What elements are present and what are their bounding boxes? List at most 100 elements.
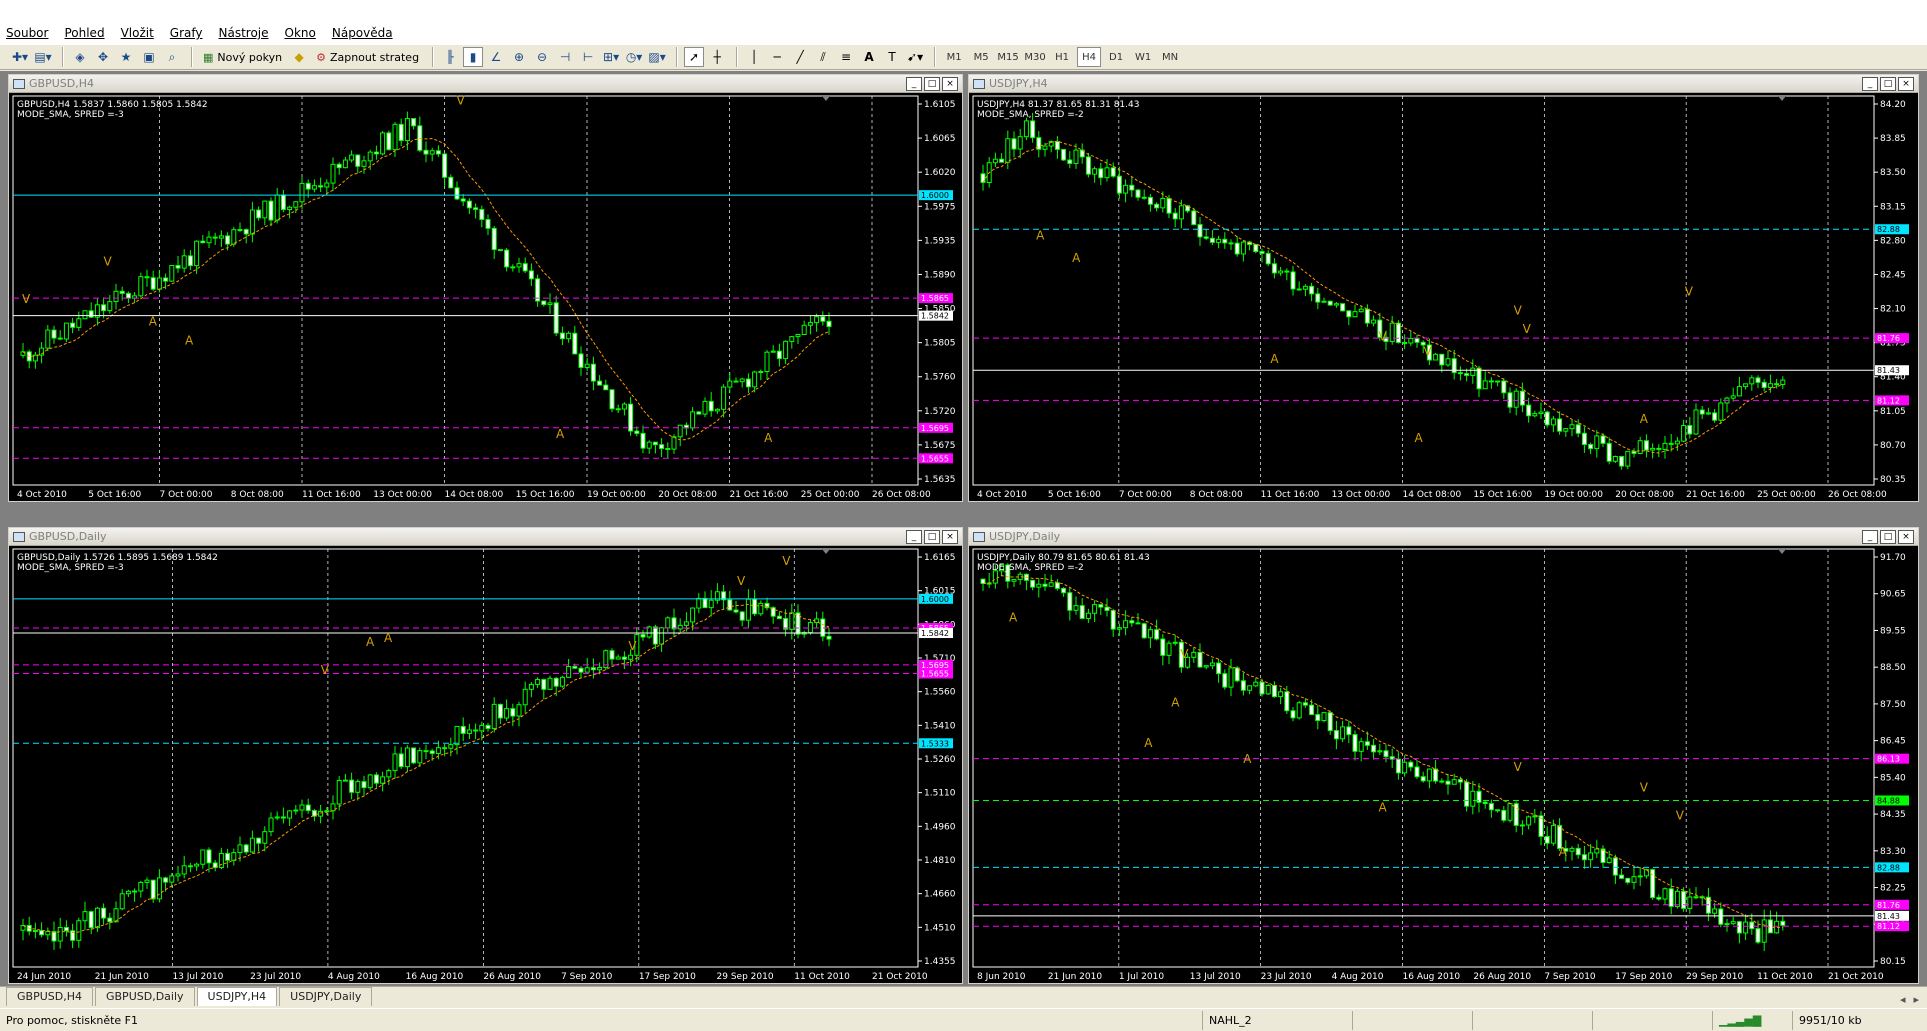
candle-body: [212, 236, 218, 239]
text-label-icon[interactable]: T: [882, 47, 902, 67]
candle-body: [435, 150, 441, 155]
candle-body: [1569, 847, 1575, 852]
close-icon[interactable]: ×: [942, 77, 958, 91]
timeframe-w1[interactable]: W1: [1131, 47, 1155, 67]
candle-body: [764, 351, 770, 372]
horizontal-line-icon[interactable]: ─: [767, 47, 787, 67]
price-chart[interactable]: 8 Jun 2010 21 Jun 2010 1 Jul 2010 13 Jul 20…: [971, 547, 1918, 983]
expert-icon[interactable]: ◆: [289, 47, 309, 67]
candle-body: [702, 597, 708, 609]
candle-body: [992, 158, 998, 164]
templates-icon[interactable]: ▨▾: [647, 47, 667, 67]
menu-help[interactable]: Nápověda: [332, 26, 393, 40]
close-icon[interactable]: ×: [942, 530, 958, 544]
candle-chart-icon[interactable]: ▮: [463, 47, 484, 67]
maximize-icon[interactable]: □: [924, 530, 940, 544]
channel-icon[interactable]: ⫽: [813, 47, 833, 67]
zoom-out-icon[interactable]: ⊖: [532, 47, 552, 67]
menu-window[interactable]: Okno: [285, 26, 316, 40]
new-chart-icon[interactable]: ✚▾: [10, 47, 30, 67]
profiles-icon[interactable]: ▤▾: [33, 47, 53, 67]
timeframe-d1[interactable]: D1: [1104, 47, 1128, 67]
candle-body: [584, 363, 590, 368]
price-chart[interactable]: 4 Oct 2010 5 Oct 16:00 7 Oct 00:00 8 Oct 08…: [11, 94, 962, 501]
chart-shift-icon[interactable]: ⊢: [578, 47, 598, 67]
price-chart[interactable]: 4 Oct 2010 5 Oct 16:00 7 Oct 00:00 8 Oct 08…: [971, 94, 1918, 501]
chart-window-titlebar[interactable]: USDJPY,H4 _ □ ×: [969, 75, 1918, 93]
menu-file[interactable]: Soubor: [6, 26, 48, 40]
cursor-icon[interactable]: ➚: [684, 47, 705, 67]
trendline-icon[interactable]: ╱: [790, 47, 810, 67]
candle-body: [721, 386, 727, 410]
menu-charts[interactable]: Grafy: [170, 26, 203, 40]
menu-view[interactable]: Pohled: [64, 26, 104, 40]
timeframe-h4[interactable]: H4: [1077, 47, 1102, 67]
candle-body: [39, 930, 45, 936]
close-icon[interactable]: ×: [1898, 77, 1914, 91]
chart-window-usdjpy-h4[interactable]: USDJPY,H4 _ □ × 4 Oct 2010 5 Oct 16:00 7 Oct…: [968, 74, 1919, 502]
timeframe-m1[interactable]: M1: [942, 47, 966, 67]
bar-chart-icon[interactable]: ╟: [440, 47, 460, 67]
crosshair-icon[interactable]: ┼: [707, 47, 727, 67]
autoscroll-icon[interactable]: ⊣: [555, 47, 575, 67]
timeframe-m5[interactable]: M5: [969, 47, 993, 67]
maximize-icon[interactable]: □: [1880, 77, 1896, 91]
wave-mark: V: [22, 292, 31, 306]
minimize-icon[interactable]: _: [906, 77, 922, 91]
data-window-icon[interactable]: ▣: [139, 47, 159, 67]
tab-scroll-right-icon[interactable]: ▸: [1913, 993, 1919, 1006]
periods-icon[interactable]: ◷▾: [624, 47, 644, 67]
minimize-icon[interactable]: _: [906, 530, 922, 544]
close-icon[interactable]: ×: [1898, 530, 1914, 544]
market-watch-icon[interactable]: ◈: [70, 47, 90, 67]
chart-window-titlebar[interactable]: GBPUSD,H4 _ □ ×: [9, 75, 962, 93]
candle-body: [70, 322, 76, 328]
candle-body: [82, 911, 88, 922]
navigator-icon[interactable]: ✥: [93, 47, 113, 67]
chart-window-gbpusd-h4[interactable]: GBPUSD,H4 _ □ × 4 Oct 2010 5 Oct 16:00 7 Oct…: [8, 74, 963, 502]
maximize-icon[interactable]: □: [1880, 530, 1896, 544]
timeframe-mn[interactable]: MN: [1158, 47, 1182, 67]
chart-window-gbpusd-daily[interactable]: GBPUSD,Daily _ □ × 24 Jun 2010 21 Jun 2010 1…: [8, 527, 963, 984]
maximize-icon[interactable]: □: [924, 77, 940, 91]
tab-usdjpy-daily[interactable]: USDJPY,Daily: [279, 987, 373, 1006]
price-chart[interactable]: 24 Jun 2010 21 Jun 2010 13 Jul 2010 23 Jul …: [11, 547, 962, 983]
timeframe-m30[interactable]: M30: [1023, 47, 1047, 67]
menu-insert[interactable]: Vložit: [121, 26, 154, 40]
tab-gbpusd-h4[interactable]: GBPUSD,H4: [6, 987, 93, 1006]
indicators-icon[interactable]: ⊞▾: [601, 47, 621, 67]
chart-window-titlebar[interactable]: GBPUSD,Daily _ □ ×: [9, 528, 962, 546]
candle-body: [609, 650, 615, 660]
time-tick-label: 11 Oct 16:00: [302, 490, 361, 500]
fibonacci-icon[interactable]: ≡: [836, 47, 856, 67]
menu-tools[interactable]: Nástroje: [219, 26, 269, 40]
new-order-button[interactable]: ▦ Nový pokyn: [199, 47, 286, 67]
time-tick-label: 25 Oct 00:00: [801, 490, 860, 500]
tab-gbpusd-daily[interactable]: GBPUSD,Daily: [94, 987, 195, 1006]
chart-window-titlebar[interactable]: USDJPY,Daily _ □ ×: [969, 528, 1918, 546]
time-tick-label: 7 Oct 00:00: [160, 490, 213, 500]
vertical-line-icon[interactable]: │: [744, 47, 764, 67]
chart-window-usdjpy-daily[interactable]: USDJPY,Daily _ □ × 8 Jun 2010 21 Jun 2010 1 …: [968, 527, 1919, 984]
price-tick-label: 82.25: [1880, 884, 1906, 894]
tab-scroll-left-icon[interactable]: ◂: [1900, 993, 1906, 1006]
text-icon[interactable]: A: [859, 47, 879, 67]
arrows-icon[interactable]: ➹▾: [905, 47, 925, 67]
minimize-icon[interactable]: _: [1862, 77, 1878, 91]
candle-body: [1439, 780, 1445, 783]
candle-body: [1042, 145, 1048, 150]
status-bar: Pro pomoc, stiskněte F1 NAHL_2 ▁▂▃▅▇ 995…: [0, 1008, 1927, 1031]
timeframe-h1[interactable]: H1: [1050, 47, 1074, 67]
candle-body: [1197, 651, 1203, 668]
candle-body: [169, 875, 175, 883]
autotrade-button[interactable]: ⚙ Zapnout strateg: [312, 47, 423, 67]
tester-icon[interactable]: ⌕: [162, 47, 182, 67]
zoom-in-icon[interactable]: ⊕: [509, 47, 529, 67]
timeframe-m15[interactable]: M15: [996, 47, 1020, 67]
candle-body: [274, 194, 280, 221]
candle-body: [752, 598, 758, 615]
minimize-icon[interactable]: _: [1862, 530, 1878, 544]
tab-usdjpy-h4[interactable]: USDJPY,H4: [196, 987, 278, 1006]
line-chart-icon[interactable]: ∠: [486, 47, 506, 67]
terminal-icon[interactable]: ★: [116, 47, 136, 67]
